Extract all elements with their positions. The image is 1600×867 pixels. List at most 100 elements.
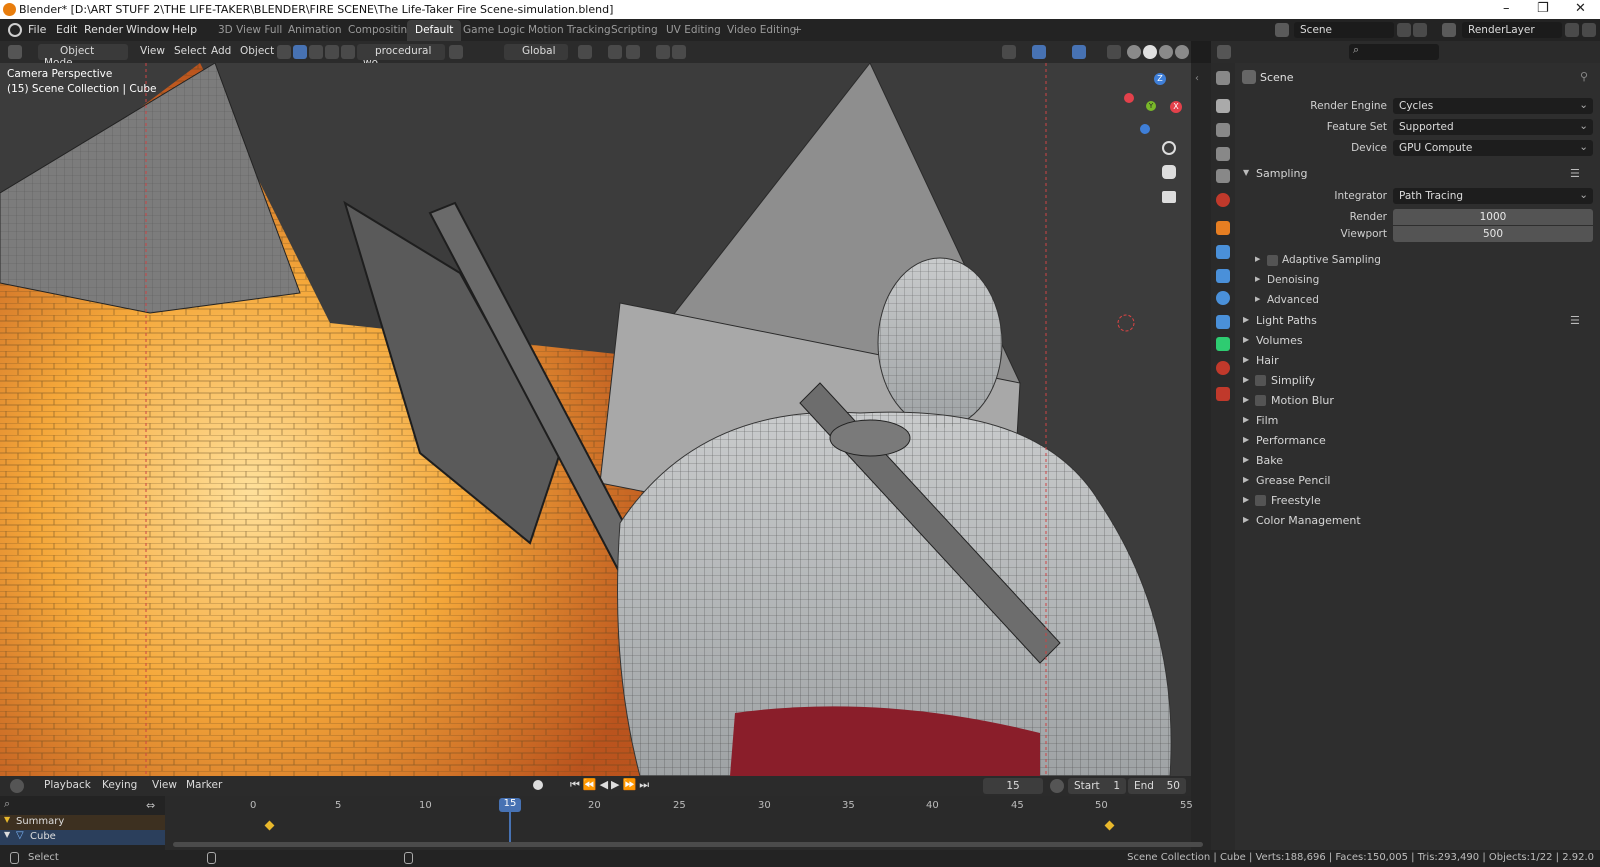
zoom-icon[interactable] — [1162, 141, 1176, 155]
snap-target-icon[interactable] — [626, 45, 640, 59]
renderlayer-selector[interactable]: RenderLayer — [1462, 22, 1562, 38]
select-mode-icon[interactable] — [293, 45, 307, 59]
menu-file[interactable]: File — [28, 23, 46, 36]
panel-sampling[interactable]: ▼ Sampling ☰ — [1235, 164, 1600, 184]
tab-scripting[interactable]: Scripting — [603, 20, 666, 41]
xray-icon[interactable] — [1107, 45, 1121, 59]
start-frame-field[interactable]: Start 1 — [1068, 778, 1126, 794]
device-dropdown[interactable]: GPU Compute ⌄ — [1393, 140, 1593, 156]
end-frame-field[interactable]: End 50 — [1128, 778, 1186, 794]
render-samples-field[interactable]: 1000 — [1393, 209, 1593, 225]
preview-range-icon[interactable] — [1050, 779, 1064, 793]
snap-icon[interactable] — [608, 45, 622, 59]
select-mode-4-icon[interactable] — [341, 45, 355, 59]
pan-hand-icon[interactable] — [1162, 165, 1176, 179]
adaptive-sampling-checkbox[interactable] — [1267, 255, 1278, 266]
menu-playback[interactable]: Playback — [38, 778, 97, 794]
render-tab-icon[interactable] — [1216, 99, 1230, 113]
overlay-toggle-icon[interactable] — [1072, 45, 1086, 59]
gizmo-y-axis[interactable]: Y — [1146, 101, 1156, 111]
material-dropdown-icon[interactable] — [449, 45, 463, 59]
tool-tab-icon[interactable] — [1216, 71, 1230, 85]
camera-view-icon[interactable] — [1162, 191, 1176, 203]
menu-keying[interactable]: Keying — [96, 778, 143, 794]
motion-blur-checkbox[interactable] — [1255, 395, 1266, 406]
visibility-icon[interactable] — [1002, 45, 1016, 59]
select-mode-2-icon[interactable] — [309, 45, 323, 59]
menu-help[interactable]: Help — [172, 23, 197, 36]
sidebar-toggle-icon[interactable]: ‹ — [1195, 73, 1199, 84]
properties-editor-type-icon[interactable] — [1217, 45, 1231, 59]
world-tab-icon[interactable] — [1216, 193, 1230, 207]
close-window-button[interactable]: ✕ — [1575, 1, 1586, 16]
render-engine-dropdown[interactable]: Cycles ⌄ — [1393, 98, 1593, 114]
record-icon[interactable] — [533, 780, 543, 790]
view-layer-tab-icon[interactable] — [1216, 147, 1230, 161]
properties-search-input[interactable] — [1349, 44, 1439, 60]
timeline-scrollbar[interactable] — [173, 842, 1203, 847]
freestyle-checkbox[interactable] — [1255, 495, 1266, 506]
panel-film[interactable]: ▶ Film — [1235, 411, 1600, 431]
filter-search-icon[interactable]: ⌕ — [4, 797, 10, 811]
gizmo-toggle-icon[interactable] — [1032, 45, 1046, 59]
panel-color-management[interactable]: ▶ Color Management — [1235, 511, 1600, 531]
texture-tab-icon[interactable] — [1216, 387, 1230, 401]
editor-type-icon[interactable] — [8, 45, 22, 59]
menu-window[interactable]: Window — [126, 23, 169, 36]
material-search-field[interactable]: procedural wo... — [357, 44, 445, 69]
menu-view[interactable]: View — [134, 44, 171, 60]
navigation-gizmo[interactable]: Z Y X — [1124, 71, 1190, 135]
panel-freestyle[interactable]: ▶ Freestyle — [1235, 491, 1600, 511]
new-scene-icon[interactable] — [1397, 23, 1411, 37]
tab-default[interactable]: Default — [407, 20, 462, 41]
presets-list-icon[interactable]: ☰ — [1570, 167, 1580, 180]
remove-scene-icon[interactable] — [1413, 23, 1427, 37]
panel-bake[interactable]: ▶ Bake — [1235, 451, 1600, 471]
data-tab-icon[interactable] — [1216, 337, 1230, 351]
gizmo-neg-x[interactable] — [1124, 93, 1134, 103]
tab-video-editing[interactable]: Video Editing — [719, 20, 804, 41]
panel-light-paths[interactable]: ▶ Light Paths ☰ — [1235, 311, 1600, 331]
panel-performance[interactable]: ▶ Performance — [1235, 431, 1600, 451]
rendered-shading-icon[interactable] — [1175, 45, 1189, 59]
summary-track[interactable]: Summary — [16, 816, 64, 827]
new-layer-icon[interactable] — [1565, 23, 1579, 37]
presets-list-icon[interactable]: ☰ — [1570, 314, 1580, 327]
minimize-button[interactable]: – — [1503, 1, 1510, 16]
current-frame-field[interactable]: 15 — [983, 778, 1043, 794]
particles-tab-icon[interactable] — [1216, 269, 1230, 283]
viewport-samples-field[interactable]: 500 — [1393, 226, 1593, 242]
playhead-indicator[interactable]: 15 — [499, 798, 521, 812]
subpanel-advanced[interactable]: ▶ Advanced — [1235, 291, 1600, 311]
scene-selector[interactable]: Scene — [1294, 22, 1394, 38]
menu-marker[interactable]: Marker — [180, 778, 228, 794]
cube-track[interactable]: Cube — [30, 831, 56, 842]
cube-triangle-icon[interactable]: ▼ — [4, 830, 10, 839]
feature-set-dropdown[interactable]: Supported ⌄ — [1393, 119, 1593, 135]
timeline-editor-icon[interactable] — [10, 779, 24, 793]
proportional-edit-icon[interactable] — [656, 45, 670, 59]
restore-button[interactable]: ❐ — [1537, 1, 1549, 16]
gizmo-x-axis[interactable]: X — [1170, 101, 1182, 113]
menu-render[interactable]: Render — [84, 23, 123, 36]
panel-motion-blur[interactable]: ▶ Motion Blur — [1235, 391, 1600, 411]
solid-shading-icon[interactable] — [1143, 45, 1157, 59]
menu-object[interactable]: Object — [234, 44, 280, 60]
menu-edit[interactable]: Edit — [56, 23, 77, 36]
tab-3d-view-full[interactable]: 3D View Full — [210, 20, 290, 41]
summary-triangle-icon[interactable]: ▼ — [4, 815, 10, 824]
pin-icon[interactable]: ⚲ — [1580, 70, 1588, 83]
simplify-checkbox[interactable] — [1255, 375, 1266, 386]
scene-tab-icon[interactable] — [1216, 169, 1230, 183]
orientation-selector[interactable]: Global — [504, 44, 568, 60]
panel-volumes[interactable]: ▶ Volumes — [1235, 331, 1600, 351]
mode-selector[interactable]: Object Mode — [38, 44, 128, 69]
material-shading-icon[interactable] — [1159, 45, 1173, 59]
gizmo-z-axis[interactable]: Z — [1154, 73, 1166, 85]
panel-hair[interactable]: ▶ Hair — [1235, 351, 1600, 371]
select-mode-3-icon[interactable] — [325, 45, 339, 59]
swap-icon[interactable]: ⇔ — [146, 799, 155, 812]
menu-add[interactable]: Add — [205, 44, 237, 60]
panel-grease-pencil[interactable]: ▶ Grease Pencil — [1235, 471, 1600, 491]
select-box-icon[interactable] — [277, 45, 291, 59]
